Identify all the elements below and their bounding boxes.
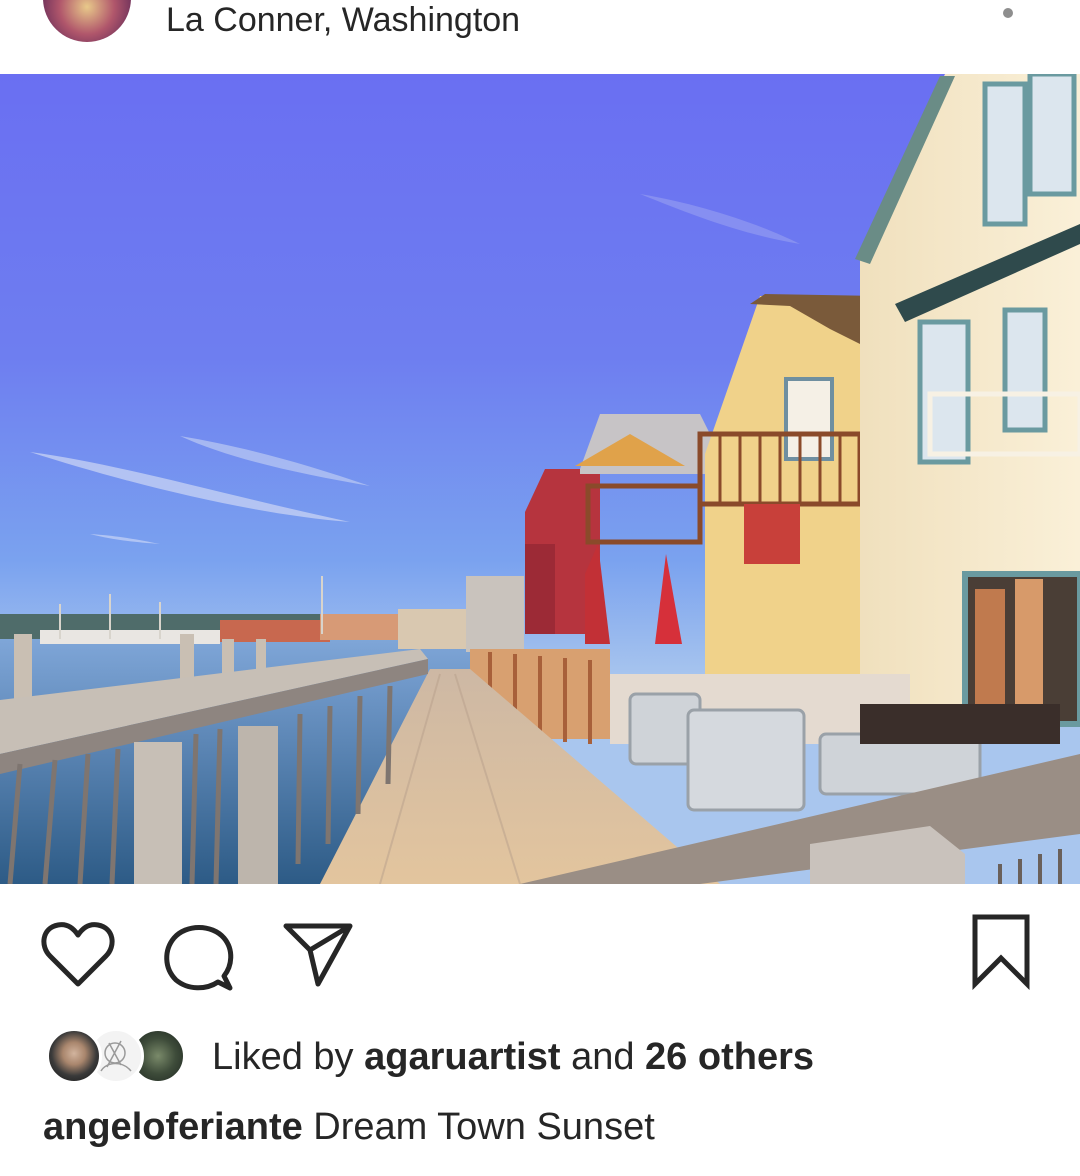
bookmark-icon[interactable] [966, 912, 1036, 990]
liker-username[interactable]: agaruartist [364, 1036, 560, 1078]
likes-row: Liked by agaruartist and 26 others [0, 1022, 1080, 1092]
profile-avatar[interactable] [43, 0, 131, 42]
paper-plane-icon[interactable] [282, 920, 354, 990]
likes-summary: Liked by agaruartist and 26 others [212, 1034, 814, 1080]
post-photo[interactable] [0, 74, 1080, 884]
location-label[interactable]: La Conner, Washington [166, 0, 520, 40]
post-header: La Conner, Washington [0, 0, 1080, 74]
more-options-icon[interactable] [994, 0, 1022, 30]
action-bar [0, 884, 1080, 1014]
likes-prefix: Liked by [212, 1036, 354, 1078]
caption-text: Dream Town Sunset [313, 1106, 655, 1148]
caption: angeloferiante Dream Town Sunset [43, 1104, 655, 1150]
likes-connector: and [571, 1036, 635, 1078]
comment-bubble-icon[interactable] [162, 920, 236, 994]
caption-username[interactable]: angeloferiante [43, 1106, 303, 1148]
liker-avatar[interactable] [46, 1028, 102, 1084]
likes-others-link[interactable]: 26 others [645, 1036, 814, 1078]
heart-icon[interactable] [40, 920, 116, 990]
